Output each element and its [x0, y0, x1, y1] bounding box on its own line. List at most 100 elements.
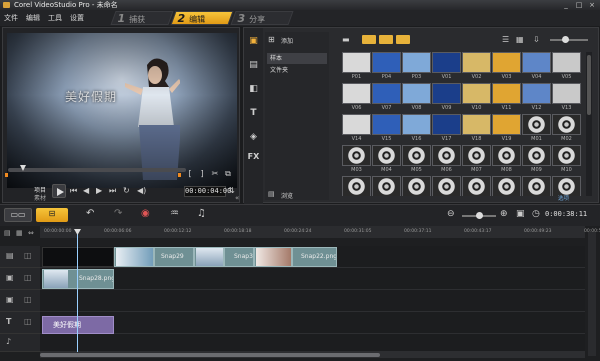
title-track-lock-icon[interactable]: ◫: [24, 317, 32, 326]
audio-thumbnail[interactable]: [462, 176, 491, 196]
video-thumbnail[interactable]: [432, 52, 461, 73]
video-thumbnail[interactable]: [372, 83, 401, 104]
preview-screen[interactable]: 美好假期: [7, 33, 237, 188]
video-clip-snap22[interactable]: Snap22.png: [292, 247, 337, 267]
overlay-clip-snap28[interactable]: Snap28.png: [42, 269, 114, 289]
video-thumbnail[interactable]: [552, 52, 581, 73]
library-scrollbar[interactable]: [586, 52, 592, 196]
scrubber-handle[interactable]: [20, 165, 26, 171]
media-icon[interactable]: ▣: [246, 36, 261, 50]
close-button[interactable]: ×: [586, 1, 598, 9]
overlay-track-2[interactable]: [40, 290, 585, 312]
end-icon[interactable]: ⏭: [109, 186, 116, 196]
preview-scrubber[interactable]: [8, 165, 186, 172]
sound-mixer-icon[interactable]: ♒: [170, 208, 179, 219]
title-track-icon[interactable]: T: [6, 317, 11, 326]
video-thumbnail[interactable]: [342, 114, 371, 135]
video-clip-snap31[interactable]: Snap31: [224, 247, 254, 267]
volume-icon[interactable]: ◀): [137, 186, 146, 195]
trim-marker-end[interactable]: [178, 173, 181, 177]
step-capture[interactable]: 1 捕获: [110, 11, 174, 25]
video-thumbnail[interactable]: [492, 83, 521, 104]
enlarge-icon[interactable]: ⧉: [224, 169, 232, 179]
timeline-horizontal-scrollbar[interactable]: [40, 352, 585, 358]
folder-item-folder[interactable]: 文件夹: [267, 65, 327, 76]
audio-thumbnail[interactable]: [522, 114, 551, 135]
repeat-icon[interactable]: ↻: [123, 186, 130, 195]
timeline-view-button[interactable]: ⊟: [36, 208, 68, 222]
video-thumbnail[interactable]: [492, 114, 521, 135]
add-folder-icon[interactable]: ⊞: [268, 35, 275, 44]
zoom-slider-knob[interactable]: [476, 212, 483, 219]
mark-in-button[interactable]: [: [186, 169, 194, 178]
menu-file[interactable]: 文件: [4, 10, 18, 26]
video-thumbnail[interactable]: [462, 52, 491, 73]
mark-out-button[interactable]: ]: [198, 169, 206, 178]
preview-timecode[interactable]: 00:00:04:00: [184, 186, 231, 197]
timeline-ruler[interactable]: 00:00:00:00 00:00:06:06 00:00:12:12 00:00:1…: [40, 226, 600, 238]
auto-music-icon[interactable]: ♫: [197, 208, 206, 219]
music-track[interactable]: [40, 334, 585, 352]
timeline-playhead[interactable]: [77, 232, 78, 352]
fit-project-icon[interactable]: ▣: [516, 209, 525, 219]
add-folder-label[interactable]: 添加: [281, 36, 293, 45]
video-thumbnail[interactable]: [522, 52, 551, 73]
overlay-track-icon[interactable]: ▣: [6, 273, 14, 282]
clip-thumb-3[interactable]: [254, 247, 292, 267]
audio-thumbnail[interactable]: [552, 176, 581, 196]
title-icon[interactable]: T: [246, 108, 261, 122]
split-clip-icon[interactable]: ✂: [211, 169, 219, 178]
video-track-lock-icon[interactable]: ◫: [24, 251, 32, 260]
maximize-button[interactable]: □: [573, 1, 585, 9]
play-button[interactable]: [52, 184, 66, 198]
audio-thumbnail[interactable]: [432, 145, 461, 166]
graphic-icon[interactable]: ◈: [246, 132, 261, 146]
video-thumbnail[interactable]: [372, 114, 401, 135]
zoom-in-icon[interactable]: ⊕: [500, 209, 508, 219]
timeline-vertical-scrollbar[interactable]: [588, 232, 596, 356]
chapter-point-icon[interactable]: ▦: [16, 229, 23, 237]
title-clip[interactable]: 美好假期: [42, 316, 114, 334]
step-share[interactable]: 3 分享: [230, 11, 294, 25]
audio-thumbnail[interactable]: [552, 145, 581, 166]
instant-project-icon[interactable]: ▤: [246, 60, 261, 74]
library-scrollbar-thumb[interactable]: [587, 55, 591, 115]
audio-thumbnail[interactable]: [462, 145, 491, 166]
menu-settings[interactable]: 设置: [70, 10, 84, 26]
overlay-track-2-lock-icon[interactable]: ◫: [24, 295, 32, 304]
video-thumbnail[interactable]: [342, 83, 371, 104]
video-thumbnail[interactable]: [402, 83, 431, 104]
previous-frame-icon[interactable]: ◀: [83, 186, 89, 195]
audio-thumbnail[interactable]: [492, 145, 521, 166]
video-thumbnail[interactable]: [432, 83, 461, 104]
thumb-view-icon[interactable]: ▦: [516, 35, 524, 44]
overlay-track-lock-icon[interactable]: ◫: [24, 273, 32, 282]
trim-marker-start[interactable]: [5, 173, 8, 177]
browse-button[interactable]: 浏览: [281, 191, 293, 200]
timeline-scrollbar-thumb[interactable]: [40, 353, 380, 357]
music-track-icon[interactable]: ♪: [6, 337, 11, 346]
video-clip-snap29[interactable]: Snap29: [154, 247, 194, 267]
clip-transition-thumb[interactable]: [114, 247, 154, 267]
menu-edit[interactable]: 编辑: [26, 10, 40, 26]
home-icon[interactable]: ⏮: [70, 186, 77, 196]
folder-item-sample[interactable]: 样本: [267, 53, 327, 64]
folder-open-icon[interactable]: ▬: [342, 35, 350, 44]
zoom-out-icon[interactable]: ⊖: [447, 209, 455, 219]
video-thumbnail[interactable]: [462, 83, 491, 104]
black-clip[interactable]: [42, 247, 114, 267]
audio-thumbnail[interactable]: [402, 145, 431, 166]
photo-thumbnail[interactable]: [372, 52, 401, 73]
transition-icon[interactable]: ◧: [246, 84, 261, 98]
show-video-toggle[interactable]: [362, 35, 376, 44]
library-options-label[interactable]: 选项: [558, 194, 569, 202]
list-view-icon[interactable]: ☰: [502, 35, 509, 44]
thumb-size-slider[interactable]: [550, 36, 588, 43]
mode-clip[interactable]: 素材: [34, 193, 46, 202]
audio-thumbnail[interactable]: [432, 176, 461, 196]
audio-thumbnail[interactable]: [372, 145, 401, 166]
fx-icon[interactable]: FX: [246, 152, 261, 166]
photo-thumbnail[interactable]: [342, 52, 371, 73]
ripple-edit-icon[interactable]: ⇔: [28, 229, 34, 237]
title-track[interactable]: [40, 312, 585, 334]
